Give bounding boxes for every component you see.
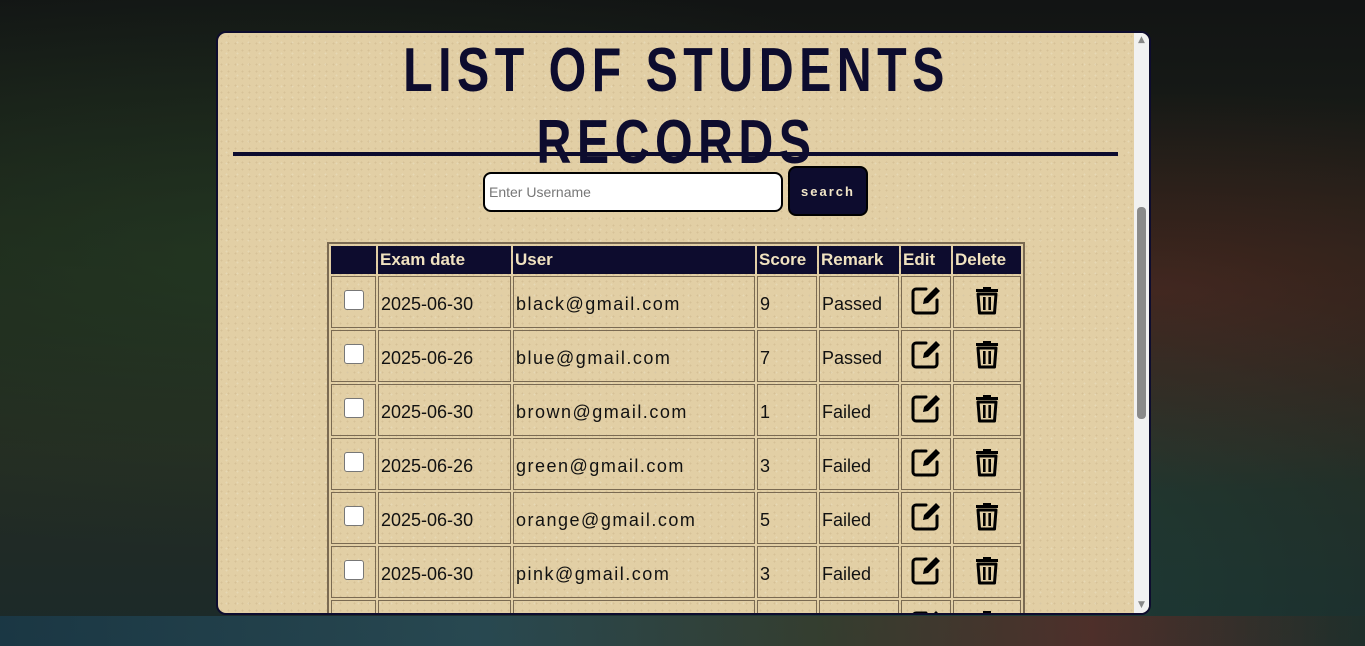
row-select-cell [331, 600, 376, 613]
edit-icon[interactable] [909, 445, 943, 484]
exam-date-cell: 2025-06-26 [378, 438, 511, 490]
exam-date-cell: 2025-06-26 [378, 330, 511, 382]
user-email-cell: orange@gmail.com [513, 492, 755, 544]
user-email-cell: blue@gmail.com [513, 330, 755, 382]
table-row: 2025-06-26 blue@gmail.com 7 Passed [331, 330, 1021, 382]
table-row: 2025-06-30 black@gmail.com 9 Passed [331, 276, 1021, 328]
search-button[interactable]: search [788, 166, 868, 216]
remark-cell: Failed [819, 438, 899, 490]
score-cell: 9 [757, 276, 817, 328]
header-edit: Edit [901, 246, 951, 274]
delete-cell [953, 330, 1021, 382]
remark-cell: Failed [819, 546, 899, 598]
background-image [0, 616, 1365, 646]
scroll-up-arrow-icon[interactable]: ▲ [1134, 33, 1149, 48]
table-header-row: Exam date User Score Remark Edit Delete [331, 246, 1021, 274]
trash-icon[interactable] [974, 501, 1000, 536]
row-checkbox[interactable] [343, 505, 364, 526]
user-email-cell: pink@gmail.com [513, 546, 755, 598]
table-row: 2025-06-26 green@gmail.com 3 Failed [331, 438, 1021, 490]
exam-date-cell: 2025-06-30 [378, 492, 511, 544]
header-user: User [513, 246, 755, 274]
edit-icon[interactable] [909, 553, 943, 592]
edit-cell [901, 330, 951, 382]
table-row: 2025-06-30 pink@gmail.com 3 Failed [331, 546, 1021, 598]
edit-cell [901, 546, 951, 598]
trash-icon[interactable] [974, 447, 1000, 482]
row-select-cell [331, 492, 376, 544]
header-remark: Remark [819, 246, 899, 274]
edit-cell [901, 384, 951, 436]
records-table: Exam date User Score Remark Edit Delete … [327, 242, 1025, 613]
remark-cell: Passed [819, 276, 899, 328]
delete-cell [953, 438, 1021, 490]
remark-cell: Failed [819, 384, 899, 436]
header-select [331, 246, 376, 274]
score-cell: 3 [757, 438, 817, 490]
trash-icon[interactable] [974, 339, 1000, 374]
user-email-cell [513, 600, 755, 613]
remark-cell: Passed [819, 330, 899, 382]
title-divider [233, 152, 1118, 156]
delete-cell [953, 384, 1021, 436]
score-cell: 7 [757, 330, 817, 382]
exam-date-cell: 2025-06-30 [378, 276, 511, 328]
edit-icon[interactable] [909, 337, 943, 376]
edit-icon[interactable] [909, 391, 943, 430]
remark-cell: Failed [819, 492, 899, 544]
exam-date-cell: 2025-06-30 [378, 546, 511, 598]
edit-icon[interactable] [909, 499, 943, 538]
scrollbar-thumb[interactable] [1137, 207, 1146, 419]
row-checkbox[interactable] [343, 289, 364, 310]
table-row [331, 600, 1021, 613]
trash-icon[interactable] [974, 285, 1000, 320]
edit-cell [901, 438, 951, 490]
delete-cell [953, 546, 1021, 598]
exam-date-cell: 2025-06-30 [378, 384, 511, 436]
table-row: 2025-06-30 orange@gmail.com 5 Failed [331, 492, 1021, 544]
row-checkbox[interactable] [343, 451, 364, 472]
row-select-cell [331, 276, 376, 328]
remark-cell [819, 600, 899, 613]
trash-icon[interactable] [974, 609, 1000, 613]
delete-cell [953, 276, 1021, 328]
header-delete: Delete [953, 246, 1021, 274]
edit-icon[interactable] [909, 607, 943, 613]
user-email-cell: black@gmail.com [513, 276, 755, 328]
edit-icon[interactable] [909, 283, 943, 322]
score-cell: 5 [757, 492, 817, 544]
user-email-cell: brown@gmail.com [513, 384, 755, 436]
page-title: LIST OF STUDENTS RECORDS [403, 36, 950, 177]
edit-cell [901, 276, 951, 328]
trash-icon[interactable] [974, 393, 1000, 428]
row-select-cell [331, 330, 376, 382]
score-cell: 3 [757, 546, 817, 598]
records-panel: LIST OF STUDENTS RECORDS search Exam dat… [216, 31, 1151, 615]
user-email-cell: green@gmail.com [513, 438, 755, 490]
header-score: Score [757, 246, 817, 274]
records-content: LIST OF STUDENTS RECORDS search Exam dat… [218, 33, 1135, 613]
delete-cell [953, 600, 1021, 613]
exam-date-cell [378, 600, 511, 613]
score-cell [757, 600, 817, 613]
edit-cell [901, 492, 951, 544]
row-checkbox[interactable] [343, 343, 364, 364]
header-exam-date: Exam date [378, 246, 511, 274]
trash-icon[interactable] [974, 555, 1000, 590]
delete-cell [953, 492, 1021, 544]
row-checkbox[interactable] [343, 559, 364, 580]
row-select-cell [331, 438, 376, 490]
scroll-down-arrow-icon[interactable]: ▼ [1134, 598, 1149, 613]
row-checkbox[interactable] [343, 397, 364, 418]
table-row: 2025-06-30 brown@gmail.com 1 Failed [331, 384, 1021, 436]
row-select-cell [331, 384, 376, 436]
row-select-cell [331, 546, 376, 598]
edit-cell [901, 600, 951, 613]
vertical-scrollbar[interactable]: ▲ ▼ [1134, 33, 1149, 613]
score-cell: 1 [757, 384, 817, 436]
username-search-input[interactable] [483, 172, 783, 212]
